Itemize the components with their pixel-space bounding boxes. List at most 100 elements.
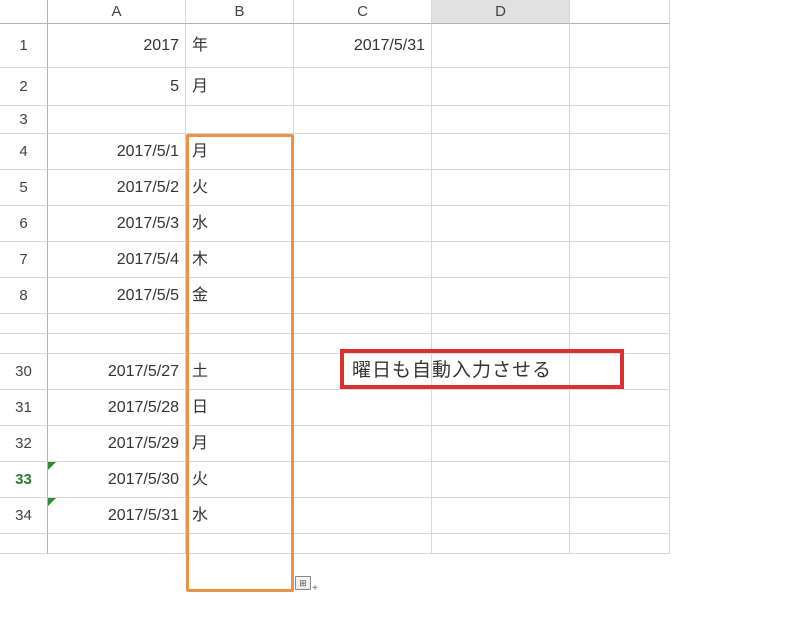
cell-C32[interactable] <box>294 426 432 462</box>
cell-D7[interactable] <box>432 242 570 278</box>
cell-C34[interactable] <box>294 498 432 534</box>
cell-C4[interactable] <box>294 134 432 170</box>
cell-D[interactable] <box>432 534 570 554</box>
cell-D1[interactable] <box>432 24 570 68</box>
cell-D3[interactable] <box>432 106 570 134</box>
row-header-4[interactable]: 4 <box>0 134 48 170</box>
row-header-1[interactable]: 1 <box>0 24 48 68</box>
cell-E[interactable] <box>570 534 670 554</box>
cell-D8[interactable] <box>432 278 570 314</box>
cell-B[interactable] <box>186 534 294 554</box>
cell-E7[interactable] <box>570 242 670 278</box>
cell-D33[interactable] <box>432 462 570 498</box>
row-header-31[interactable]: 31 <box>0 390 48 426</box>
column-header-A[interactable]: A <box>48 0 186 24</box>
cell-E33[interactable] <box>570 462 670 498</box>
cell-C[interactable] <box>294 334 432 354</box>
cell-D34[interactable] <box>432 498 570 534</box>
column-header-B[interactable]: B <box>186 0 294 24</box>
cell-A3[interactable] <box>48 106 186 134</box>
cell-B4[interactable]: 月 <box>186 134 294 170</box>
row-header-7[interactable]: 7 <box>0 242 48 278</box>
cell-C[interactable] <box>294 534 432 554</box>
cell-E8[interactable] <box>570 278 670 314</box>
column-header-[interactable] <box>570 0 670 24</box>
cell-A5[interactable]: 2017/5/2 <box>48 170 186 206</box>
cell-A8[interactable]: 2017/5/5 <box>48 278 186 314</box>
cell-E6[interactable] <box>570 206 670 242</box>
cell-B31[interactable]: 日 <box>186 390 294 426</box>
cell-E34[interactable] <box>570 498 670 534</box>
cell-E1[interactable] <box>570 24 670 68</box>
row-header-[interactable] <box>0 314 48 334</box>
cell-E5[interactable] <box>570 170 670 206</box>
cell-C7[interactable] <box>294 242 432 278</box>
row-header-30[interactable]: 30 <box>0 354 48 390</box>
row-header-32[interactable]: 32 <box>0 426 48 462</box>
cell-A34[interactable]: 2017/5/31 <box>48 498 186 534</box>
cell-D6[interactable] <box>432 206 570 242</box>
row-header-6[interactable]: 6 <box>0 206 48 242</box>
row-header-2[interactable]: 2 <box>0 68 48 106</box>
cell-E[interactable] <box>570 314 670 334</box>
cell-C2[interactable] <box>294 68 432 106</box>
cell-A[interactable] <box>48 334 186 354</box>
cell-B7[interactable]: 木 <box>186 242 294 278</box>
cell-A4[interactable]: 2017/5/1 <box>48 134 186 170</box>
cell-B1[interactable]: 年 <box>186 24 294 68</box>
column-header-D[interactable]: D <box>432 0 570 24</box>
cell-C[interactable] <box>294 314 432 334</box>
cell-B8[interactable]: 金 <box>186 278 294 314</box>
row-header-8[interactable]: 8 <box>0 278 48 314</box>
cell-C8[interactable] <box>294 278 432 314</box>
cell-B33[interactable]: 火 <box>186 462 294 498</box>
cell-B[interactable] <box>186 314 294 334</box>
cell-C3[interactable] <box>294 106 432 134</box>
cell-A[interactable] <box>48 314 186 334</box>
cell-E3[interactable] <box>570 106 670 134</box>
cell-A30[interactable]: 2017/5/27 <box>48 354 186 390</box>
cell-B[interactable] <box>186 334 294 354</box>
row-header-3[interactable]: 3 <box>0 106 48 134</box>
cell-C31[interactable] <box>294 390 432 426</box>
cell-C1[interactable]: 2017/5/31 <box>294 24 432 68</box>
cell-A2[interactable]: 5 <box>48 68 186 106</box>
cell-E4[interactable] <box>570 134 670 170</box>
cell-A32[interactable]: 2017/5/29 <box>48 426 186 462</box>
cell-E30[interactable] <box>570 354 670 390</box>
cell-A31[interactable]: 2017/5/28 <box>48 390 186 426</box>
cell-E[interactable] <box>570 334 670 354</box>
cell-C6[interactable] <box>294 206 432 242</box>
cell-E2[interactable] <box>570 68 670 106</box>
row-header-5[interactable]: 5 <box>0 170 48 206</box>
cell-B5[interactable]: 火 <box>186 170 294 206</box>
cell-C5[interactable] <box>294 170 432 206</box>
cell-E32[interactable] <box>570 426 670 462</box>
cell-A[interactable] <box>48 534 186 554</box>
cell-D5[interactable] <box>432 170 570 206</box>
cell-D2[interactable] <box>432 68 570 106</box>
cell-D[interactable] <box>432 334 570 354</box>
cell-B6[interactable]: 水 <box>186 206 294 242</box>
cell-C33[interactable] <box>294 462 432 498</box>
cell-D4[interactable] <box>432 134 570 170</box>
cell-A1[interactable]: 2017 <box>48 24 186 68</box>
cell-E31[interactable] <box>570 390 670 426</box>
cell-B32[interactable]: 月 <box>186 426 294 462</box>
row-header-[interactable] <box>0 534 48 554</box>
cell-A6[interactable]: 2017/5/3 <box>48 206 186 242</box>
row-header-33[interactable]: 33 <box>0 462 48 498</box>
corner-cell[interactable] <box>0 0 48 24</box>
row-header-[interactable] <box>0 334 48 354</box>
cell-B2[interactable]: 月 <box>186 68 294 106</box>
cell-B30[interactable]: 土 <box>186 354 294 390</box>
column-header-C[interactable]: C <box>294 0 432 24</box>
row-header-34[interactable]: 34 <box>0 498 48 534</box>
cell-D32[interactable] <box>432 426 570 462</box>
cell-A7[interactable]: 2017/5/4 <box>48 242 186 278</box>
cell-B34[interactable]: 水 <box>186 498 294 534</box>
cell-A33[interactable]: 2017/5/30 <box>48 462 186 498</box>
cell-B3[interactable] <box>186 106 294 134</box>
autofill-options-button[interactable]: ⊞ <box>295 576 311 590</box>
cell-D[interactable] <box>432 314 570 334</box>
